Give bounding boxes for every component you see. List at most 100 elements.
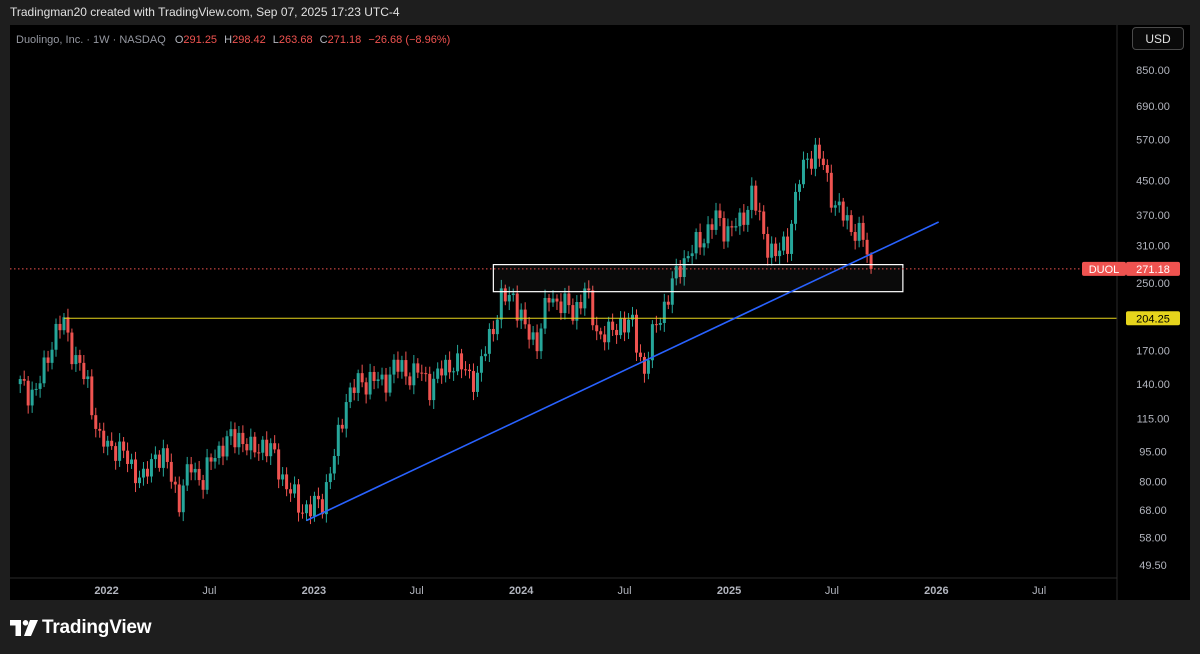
price-tick-label: 68.00	[1139, 505, 1167, 517]
candle-body	[555, 298, 559, 302]
candle	[356, 369, 360, 402]
candle-body	[181, 485, 185, 513]
candle-body	[627, 319, 631, 333]
candle-body	[829, 172, 833, 208]
candle-body	[762, 211, 766, 234]
candle	[603, 325, 607, 351]
candle-body	[420, 372, 424, 374]
time-tick-label: 2022	[94, 585, 118, 597]
candle	[153, 446, 157, 468]
candle-body	[567, 293, 571, 306]
candle	[177, 476, 181, 517]
candle	[539, 323, 543, 359]
candle	[352, 379, 356, 401]
tradingview-logo-icon	[10, 620, 38, 636]
candle	[642, 352, 646, 383]
candle-body	[646, 360, 650, 374]
candle-body	[853, 232, 857, 241]
currency-button[interactable]: USD	[1132, 27, 1184, 50]
candle	[420, 364, 424, 381]
candle-body	[138, 477, 142, 484]
candle	[18, 375, 22, 394]
candle-body	[126, 450, 130, 464]
candle	[766, 226, 770, 266]
candle-body	[833, 205, 837, 208]
candle-body	[90, 376, 94, 416]
price-tick-label: 370.00	[1136, 210, 1170, 222]
candle-body	[404, 360, 408, 377]
candle-body	[483, 353, 487, 357]
candle	[340, 418, 344, 433]
candle-body	[360, 373, 364, 383]
candle-body	[34, 388, 38, 390]
candle	[782, 231, 786, 255]
candle-body	[448, 359, 452, 373]
time-tick-label: 2024	[509, 585, 534, 597]
candle-body	[746, 209, 750, 225]
candle-body	[424, 373, 428, 375]
candle-body	[169, 461, 173, 482]
candle-body	[380, 374, 384, 380]
candle	[289, 482, 293, 502]
candle	[360, 364, 364, 388]
candle	[825, 159, 829, 182]
candle-body	[714, 210, 718, 230]
symbol-badge-label: DUOL	[1089, 264, 1120, 276]
candle	[479, 349, 483, 382]
candle	[491, 320, 495, 342]
candle-body	[177, 484, 181, 513]
candle-body	[376, 379, 380, 382]
candle	[770, 236, 774, 266]
candle-body	[189, 464, 193, 473]
candle-body	[770, 243, 774, 258]
candle	[794, 183, 798, 231]
candle-body	[78, 355, 82, 363]
candle	[149, 453, 153, 483]
candle	[519, 303, 523, 329]
candle-body	[475, 372, 479, 392]
candle-body	[50, 349, 54, 363]
candle-body	[173, 481, 177, 485]
candle	[714, 202, 718, 235]
candle	[376, 371, 380, 389]
candle-body	[233, 429, 237, 448]
candle-body	[726, 226, 730, 242]
candle	[34, 382, 38, 396]
candle	[404, 351, 408, 385]
candle-body	[794, 191, 798, 224]
candle-body	[408, 376, 412, 386]
candle-body	[193, 468, 197, 473]
candle-body	[141, 468, 145, 478]
candle-body	[730, 226, 734, 228]
candle-body	[392, 359, 396, 375]
candle	[257, 443, 261, 461]
price-tick-label: 95.00	[1139, 447, 1167, 459]
candle-body	[801, 159, 805, 185]
candle-body	[225, 436, 229, 457]
candle-body	[130, 459, 134, 464]
candle	[42, 350, 46, 388]
candle	[118, 433, 122, 467]
candle	[742, 204, 746, 232]
candle-body	[738, 212, 742, 227]
candlestick-series	[18, 137, 873, 525]
candle	[686, 251, 690, 263]
candle	[416, 358, 420, 379]
candle-body	[134, 459, 138, 484]
candle-body	[304, 504, 308, 514]
candle	[344, 393, 348, 438]
candle	[460, 348, 464, 379]
candle-body	[364, 382, 368, 395]
candle	[786, 228, 790, 263]
candle-body	[658, 323, 662, 325]
candle-body	[766, 233, 770, 258]
candle-body	[499, 288, 503, 320]
candle-body	[328, 473, 332, 483]
candle-body	[464, 369, 468, 371]
price-chart[interactable]: 1,000.00850.00690.00570.00450.00370.0031…	[10, 25, 1190, 600]
candle-body	[416, 363, 420, 373]
candle-body	[213, 458, 217, 462]
candle-body	[384, 374, 388, 393]
candle	[730, 220, 734, 237]
footer-bar	[0, 600, 1200, 654]
